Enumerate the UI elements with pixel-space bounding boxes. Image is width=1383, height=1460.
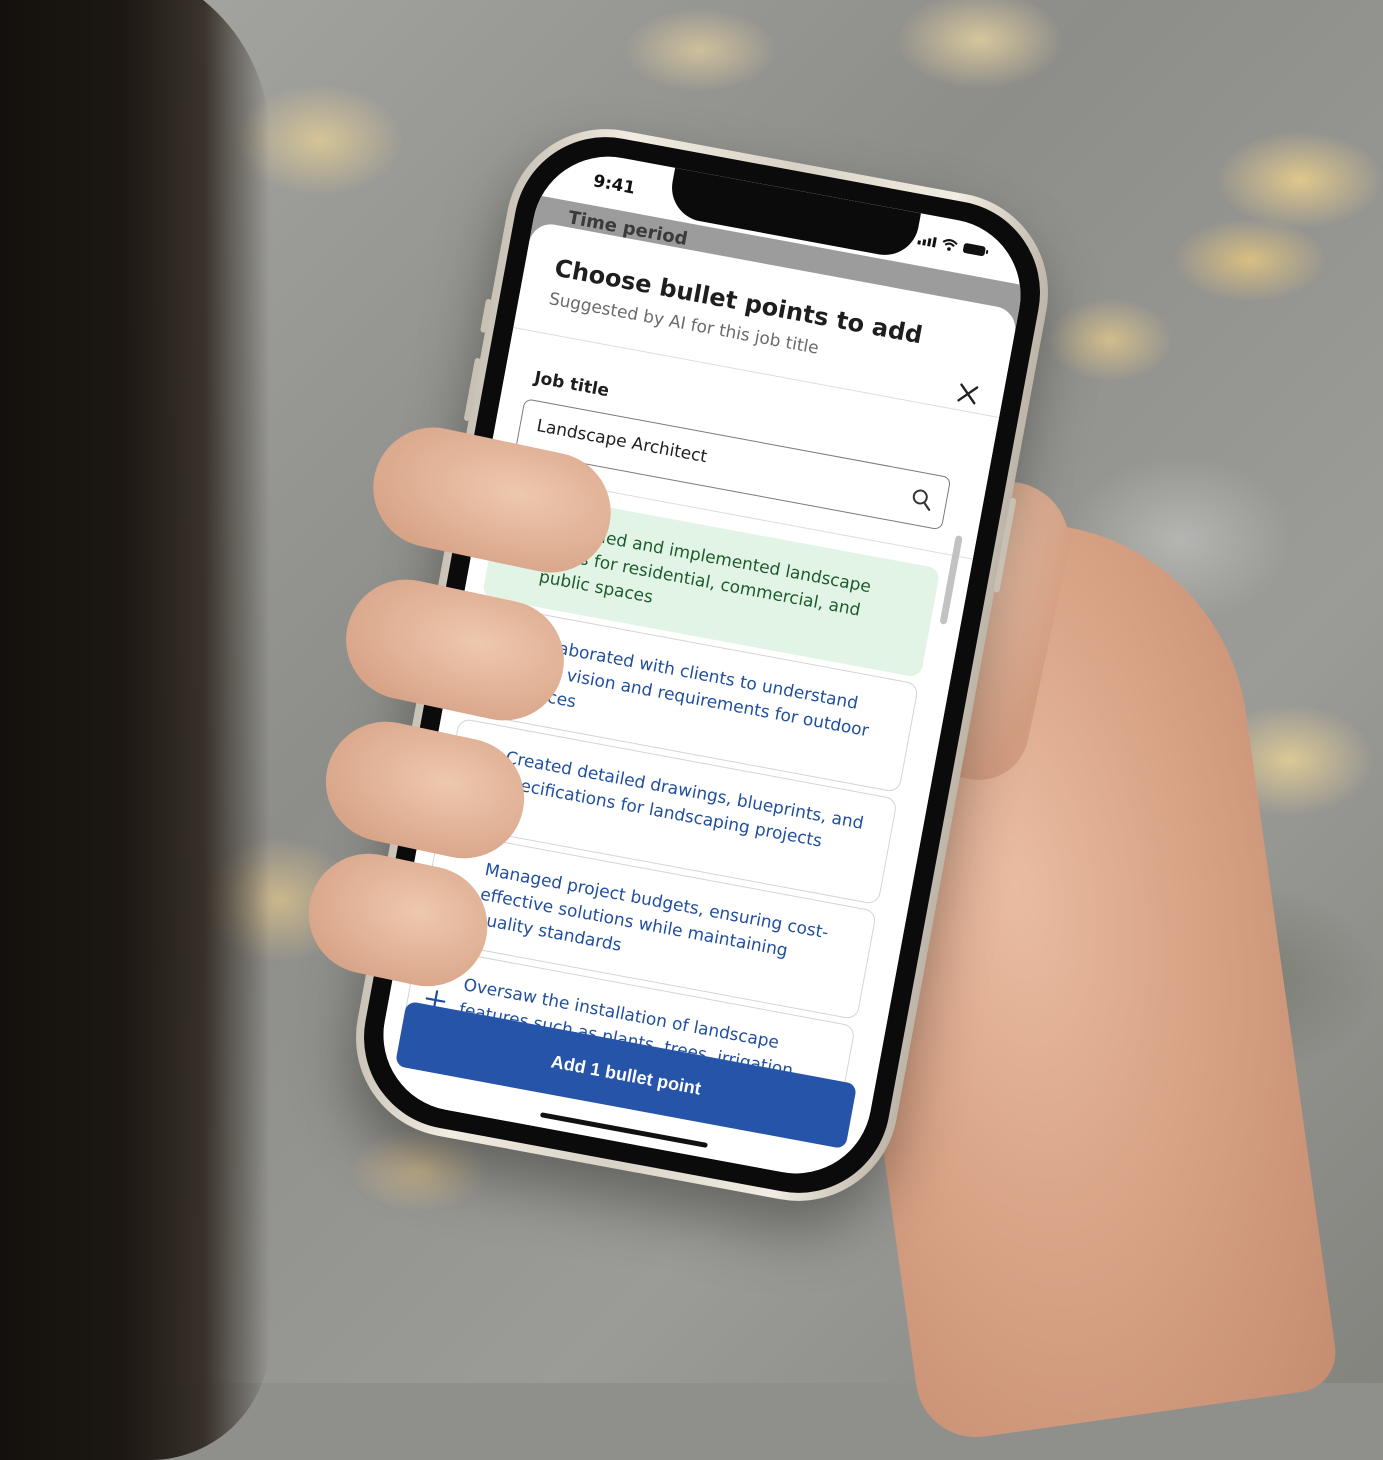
scrollbar[interactable] xyxy=(939,535,963,625)
close-icon[interactable] xyxy=(955,381,981,407)
status-time: 9:41 xyxy=(591,171,637,199)
battery-icon xyxy=(962,242,986,257)
person-silhouette xyxy=(0,0,270,1460)
job-title-label: Job title xyxy=(532,367,611,402)
status-icons xyxy=(917,233,986,257)
wifi-icon xyxy=(942,239,958,251)
search-icon[interactable] xyxy=(908,485,936,513)
signal-icon xyxy=(917,234,937,248)
